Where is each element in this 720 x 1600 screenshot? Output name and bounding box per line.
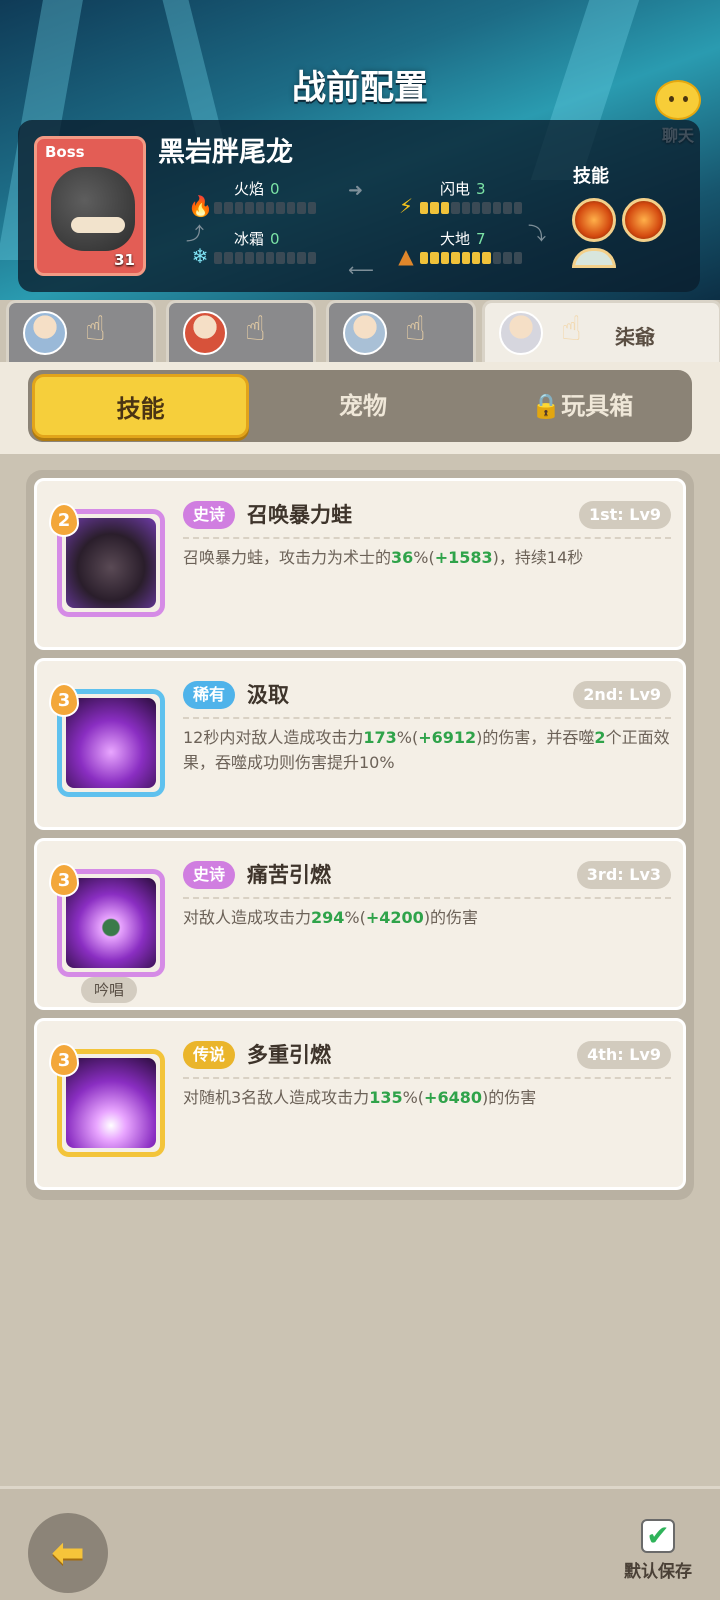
stat-earth-value: 7 bbox=[476, 230, 486, 248]
stat-lightning-bar bbox=[420, 202, 523, 214]
boss-level: 31 bbox=[114, 251, 135, 269]
skill-slot-level: 3rd: Lv3 bbox=[576, 861, 671, 889]
energy-cost-icon: 2 bbox=[49, 503, 79, 537]
tab-toybox-label: 玩具箱 bbox=[561, 392, 634, 420]
cycle-arrow-icon: ⤵ bbox=[528, 224, 546, 245]
fire-icon: 🔥 bbox=[188, 194, 213, 218]
skill-card-4[interactable]: 3 传说 多重引燃 4th: Lv9 对随机3名敌人造成攻击力135%(+648… bbox=[34, 1018, 686, 1190]
stat-fire-value: 0 bbox=[270, 180, 280, 198]
stat-fire: 火焰 0 🔥 bbox=[188, 178, 338, 218]
boss-info-panel: Boss 31 黑岩胖尾龙 火焰 0 🔥 闪电 3 ⚡ 冰霜 0 ❄ 大地 7 ▲ bbox=[18, 120, 700, 292]
stat-lightning: 闪电 3 ⚡ bbox=[394, 178, 544, 218]
rarity-badge: 史诗 bbox=[183, 861, 236, 889]
rarity-badge: 史诗 bbox=[183, 501, 236, 529]
rarity-badge: 传说 bbox=[183, 1041, 236, 1069]
skill-description: 召唤暴力蛙，攻击力为术士的36%(+1583)，持续14秒 bbox=[183, 548, 584, 567]
tap-hand-icon: ☝ bbox=[561, 309, 582, 349]
energy-cost-icon: 3 bbox=[49, 1043, 79, 1077]
skill-list: 2 史诗 召唤暴力蛙 1st: Lv9 召唤暴力蛙，攻击力为术士的36%(+15… bbox=[26, 470, 694, 1200]
footer-bar: ⬅ ✔ 默认保存 bbox=[0, 1486, 720, 1600]
stat-fire-label: 火焰 bbox=[234, 180, 265, 198]
earth-icon: ▲ bbox=[398, 244, 414, 268]
back-button[interactable]: ⬅ bbox=[28, 1513, 108, 1593]
hero-tab-2[interactable]: ☝ bbox=[166, 300, 316, 362]
checkbox-checked-icon[interactable]: ✔ bbox=[641, 1519, 675, 1553]
chat-icon bbox=[655, 80, 701, 120]
stat-frost-bar bbox=[214, 252, 317, 264]
default-save-label: 默认保存 bbox=[624, 1562, 692, 1582]
divider bbox=[183, 537, 671, 539]
stat-lightning-value: 3 bbox=[476, 180, 486, 198]
page-title: 战前配置 bbox=[292, 68, 428, 108]
boss-skills-label: 技能 bbox=[573, 166, 609, 187]
boss-name: 黑岩胖尾龙 bbox=[158, 137, 293, 168]
skill-slot-level: 2nd: Lv9 bbox=[573, 681, 671, 709]
energy-cost-icon: 3 bbox=[49, 683, 79, 717]
hero-tab-1[interactable]: ☝ bbox=[6, 300, 156, 362]
default-save-toggle[interactable]: ✔ 默认保存 bbox=[618, 1519, 698, 1582]
stat-frost-value: 0 bbox=[270, 230, 280, 248]
stat-frost: 冰霜 0 ❄ bbox=[188, 228, 338, 268]
tab-skills[interactable]: 技能 bbox=[32, 374, 250, 438]
category-tabs: 技能 宠物 🔒玩具箱 bbox=[28, 370, 692, 442]
stat-earth: 大地 7 ▲ bbox=[394, 228, 544, 268]
skill-slot-level: 4th: Lv9 bbox=[577, 1041, 671, 1069]
category-tabs-area: 技能 宠物 🔒玩具箱 bbox=[0, 362, 720, 454]
tap-hand-icon: ☝ bbox=[245, 309, 266, 349]
divider bbox=[183, 717, 671, 719]
hero-tab-4[interactable]: ☝ 柒爺 bbox=[482, 300, 720, 362]
hero-avatar bbox=[499, 311, 543, 355]
cycle-arrow-icon: ⟵ bbox=[348, 260, 374, 281]
skill-name: 多重引燃 bbox=[247, 1043, 331, 1067]
skill-card-1[interactable]: 2 史诗 召唤暴力蛙 1st: Lv9 召唤暴力蛙，攻击力为术士的36%(+15… bbox=[34, 478, 686, 650]
hero-avatar bbox=[23, 311, 67, 355]
hero-tabs: ☝ ☝ ☝ ☝ 柒爺 bbox=[0, 300, 720, 362]
boss-badge: Boss bbox=[45, 143, 85, 161]
skill-name: 汲取 bbox=[247, 683, 289, 707]
chant-tag: 吟唱 bbox=[81, 977, 137, 1003]
battle-prep-header: 战前配置 聊天 Boss 31 黑岩胖尾龙 火焰0 🔥 闪电3 ⚡ 冰霜0 ❄ bbox=[0, 0, 720, 300]
stat-earth-bar bbox=[420, 252, 523, 264]
cycle-arrow-icon: ➜ bbox=[348, 180, 364, 201]
skill-name: 痛苦引燃 bbox=[247, 863, 331, 887]
skill-card-3[interactable]: 3 吟唱 史诗 痛苦引燃 3rd: Lv3 对敌人造成攻击力294%(+4200… bbox=[34, 838, 686, 1010]
cycle-arrow-icon: ⤴ bbox=[186, 224, 204, 245]
hero-name: 柒爺 bbox=[615, 325, 655, 349]
boss-card[interactable]: Boss 31 bbox=[34, 136, 146, 276]
skill-slot-level: 1st: Lv9 bbox=[578, 501, 671, 529]
lightning-icon: ⚡ bbox=[398, 194, 414, 218]
hero-avatar bbox=[343, 311, 387, 355]
divider bbox=[183, 1077, 671, 1079]
boss-skill-icon[interactable] bbox=[572, 198, 616, 242]
stat-lightning-label: 闪电 bbox=[440, 180, 471, 198]
tap-hand-icon: ☝ bbox=[85, 309, 106, 349]
stat-earth-label: 大地 bbox=[440, 230, 471, 248]
tab-pets[interactable]: 宠物 bbox=[257, 374, 468, 438]
skill-description: 对敌人造成攻击力294%(+4200)的伤害 bbox=[183, 908, 479, 927]
snowflake-icon: ❄ bbox=[191, 244, 209, 268]
stat-frost-label: 冰霜 bbox=[234, 230, 265, 248]
skill-description: 对随机3名敌人造成攻击力135%(+6480)的伤害 bbox=[183, 1088, 537, 1107]
divider bbox=[183, 897, 671, 899]
tap-hand-icon: ☝ bbox=[405, 309, 426, 349]
lock-icon: 🔒 bbox=[531, 392, 562, 420]
boss-skill-icon[interactable] bbox=[622, 198, 666, 242]
stat-fire-bar bbox=[214, 202, 317, 214]
skill-description: 12秒内对敌人造成攻击力173%(+6912)的伤害，并吞噬2个正面效果，吞噬成… bbox=[183, 728, 670, 772]
boss-skill-icon[interactable] bbox=[572, 248, 616, 268]
tab-toybox[interactable]: 🔒玩具箱 bbox=[477, 374, 688, 438]
skill-card-2[interactable]: 3 稀有 汲取 2nd: Lv9 12秒内对敌人造成攻击力173%(+6912)… bbox=[34, 658, 686, 830]
hero-avatar bbox=[183, 311, 227, 355]
back-arrow-icon: ⬅ bbox=[51, 1530, 85, 1576]
rarity-badge: 稀有 bbox=[183, 681, 236, 709]
energy-cost-icon: 3 bbox=[49, 863, 79, 897]
boss-portrait bbox=[51, 167, 135, 251]
skill-name: 召唤暴力蛙 bbox=[247, 503, 352, 527]
hero-tab-3[interactable]: ☝ bbox=[326, 300, 476, 362]
